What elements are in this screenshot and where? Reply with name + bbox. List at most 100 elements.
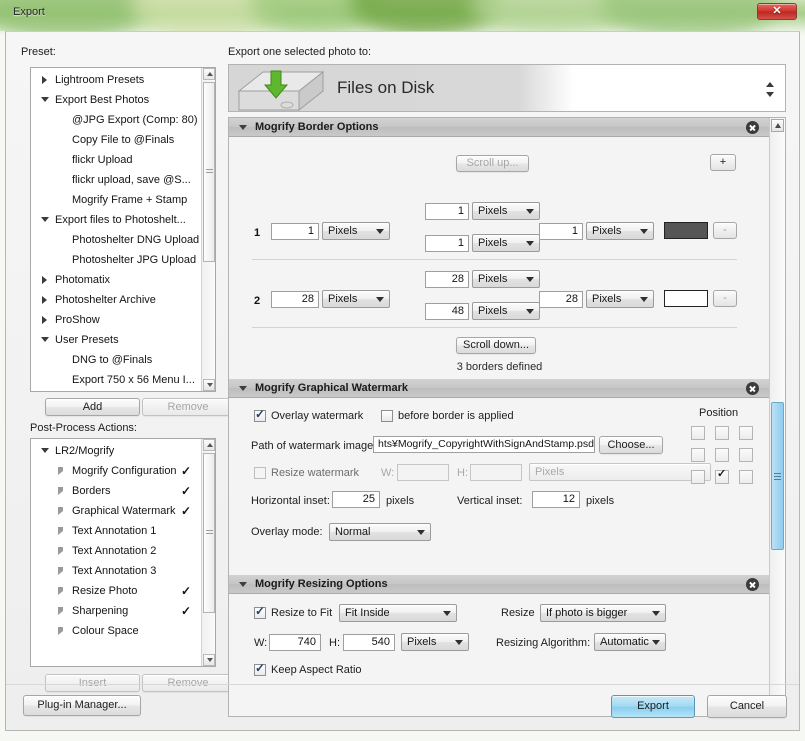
border2-bottom-value[interactable]: 48 bbox=[425, 303, 469, 320]
border1-bottom-unit[interactable]: Pixels bbox=[472, 234, 540, 252]
preset-item[interactable]: User Presets bbox=[31, 330, 201, 350]
border1-left-unit[interactable]: Pixels bbox=[322, 222, 390, 240]
add-preset-button[interactable]: Add bbox=[45, 398, 140, 416]
horizontal-inset-input[interactable]: 25 bbox=[332, 491, 380, 508]
position-cell-8[interactable]: ✓ bbox=[715, 470, 729, 484]
preset-item[interactable]: flickr upload, save @S... bbox=[31, 170, 201, 190]
preset-list[interactable]: Lightroom PresetsExport Best Photos@JPG … bbox=[30, 67, 216, 392]
action-item[interactable]: Mogrify Configuration✓ bbox=[31, 461, 201, 481]
position-cell-1[interactable] bbox=[691, 426, 705, 440]
choose-watermark-button[interactable]: Choose... bbox=[599, 436, 663, 454]
border2-left-unit[interactable]: Pixels bbox=[322, 290, 390, 308]
triangle-right-icon[interactable] bbox=[42, 296, 47, 304]
plugin-manager-button[interactable]: Plug-in Manager... bbox=[23, 695, 141, 716]
panels-scrollbar[interactable] bbox=[769, 118, 785, 716]
triangle-right-icon[interactable] bbox=[58, 527, 63, 535]
actions-list-scrollbar[interactable] bbox=[201, 439, 215, 666]
position-cell-3[interactable] bbox=[739, 426, 753, 440]
border2-bottom-unit[interactable]: Pixels bbox=[472, 302, 540, 320]
overlay-mode-select[interactable]: Normal bbox=[329, 523, 431, 541]
scroll-down-borders-button[interactable]: Scroll down... bbox=[456, 337, 536, 354]
triangle-down-icon[interactable] bbox=[41, 337, 49, 342]
position-cell-5[interactable] bbox=[715, 448, 729, 462]
vertical-inset-input[interactable]: 12 bbox=[532, 491, 580, 508]
scrollbar-thumb[interactable] bbox=[771, 402, 784, 550]
resize-condition-select[interactable]: If photo is bigger bbox=[540, 604, 666, 622]
before-border-checkbox[interactable] bbox=[381, 410, 393, 422]
border1-remove-button[interactable]: - bbox=[713, 222, 737, 239]
action-item[interactable]: Graphical Watermark✓ bbox=[31, 501, 201, 521]
action-item[interactable]: Resize Photo✓ bbox=[31, 581, 201, 601]
triangle-right-icon[interactable] bbox=[58, 627, 63, 635]
triangle-right-icon[interactable] bbox=[58, 547, 63, 555]
action-item[interactable]: Colour Space bbox=[31, 621, 201, 641]
triangle-right-icon[interactable] bbox=[58, 587, 63, 595]
border1-right-unit[interactable]: Pixels bbox=[586, 222, 654, 240]
resize-to-fit-checkbox[interactable] bbox=[254, 607, 266, 619]
scroll-down-icon[interactable] bbox=[203, 379, 215, 391]
scrollbar-thumb[interactable] bbox=[203, 453, 215, 613]
close-section-icon[interactable] bbox=[746, 382, 759, 395]
action-item[interactable]: Text Annotation 2 bbox=[31, 541, 201, 561]
preset-item[interactable]: Export files to Photoshelt... bbox=[31, 210, 201, 230]
border2-remove-button[interactable]: - bbox=[713, 290, 737, 307]
watermark-resize-unit[interactable]: Pixels bbox=[529, 463, 711, 481]
position-cell-7[interactable] bbox=[691, 470, 705, 484]
destination-spinner-icon[interactable] bbox=[766, 82, 775, 97]
action-item[interactable]: Sharpening✓ bbox=[31, 601, 201, 621]
close-section-icon[interactable] bbox=[746, 578, 759, 591]
export-button[interactable]: Export bbox=[611, 695, 695, 718]
border-options-header[interactable]: Mogrify Border Options bbox=[229, 118, 770, 137]
preset-item[interactable]: flickr Upload bbox=[31, 150, 201, 170]
border1-top-value[interactable]: 1 bbox=[425, 203, 469, 220]
action-item[interactable]: LR2/Mogrify bbox=[31, 441, 201, 461]
preset-item[interactable]: Export 750 x 56 Menu I... bbox=[31, 370, 201, 390]
watermark-width-input[interactable] bbox=[397, 464, 449, 481]
border2-top-value[interactable]: 28 bbox=[425, 271, 469, 288]
scroll-up-icon[interactable] bbox=[771, 119, 784, 132]
fit-mode-select[interactable]: Fit Inside bbox=[339, 604, 457, 622]
overlay-watermark-checkbox[interactable] bbox=[254, 410, 266, 422]
action-item[interactable]: Text Annotation 3 bbox=[31, 561, 201, 581]
triangle-down-icon[interactable] bbox=[41, 97, 49, 102]
watermark-height-input[interactable] bbox=[470, 464, 522, 481]
resize-height-input[interactable]: 540 bbox=[343, 634, 395, 651]
position-cell-9[interactable] bbox=[739, 470, 753, 484]
scroll-up-icon[interactable] bbox=[203, 68, 215, 80]
preset-item[interactable]: ProShow bbox=[31, 310, 201, 330]
preset-item[interactable]: Photoshelter Archive bbox=[31, 290, 201, 310]
keep-aspect-ratio-checkbox[interactable] bbox=[254, 664, 266, 676]
border1-color-swatch[interactable] bbox=[664, 222, 708, 239]
close-section-icon[interactable] bbox=[746, 121, 759, 134]
cancel-button[interactable]: Cancel bbox=[707, 695, 787, 718]
triangle-right-icon[interactable] bbox=[58, 607, 63, 615]
triangle-down-icon[interactable] bbox=[41, 448, 49, 453]
preset-item[interactable]: Mogrify Frame + Stamp bbox=[31, 190, 201, 210]
position-cell-6[interactable] bbox=[739, 448, 753, 462]
triangle-right-icon[interactable] bbox=[58, 487, 63, 495]
border1-right-value[interactable]: 1 bbox=[539, 223, 583, 240]
resize-watermark-checkbox[interactable] bbox=[254, 467, 266, 479]
triangle-right-icon[interactable] bbox=[42, 316, 47, 324]
border1-left-value[interactable]: 1 bbox=[271, 223, 319, 240]
triangle-right-icon[interactable] bbox=[42, 276, 47, 284]
position-cell-4[interactable] bbox=[691, 448, 705, 462]
preset-item[interactable]: Copy File to @Finals bbox=[31, 130, 201, 150]
border2-right-unit[interactable]: Pixels bbox=[586, 290, 654, 308]
border1-bottom-value[interactable]: 1 bbox=[425, 235, 469, 252]
scroll-down-icon[interactable] bbox=[203, 654, 215, 666]
preset-item[interactable]: Export Best Photos bbox=[31, 90, 201, 110]
add-border-button[interactable]: + bbox=[710, 154, 736, 171]
preset-item[interactable]: DNG to @Finals bbox=[31, 350, 201, 370]
triangle-right-icon[interactable] bbox=[42, 76, 47, 84]
preset-list-scrollbar[interactable] bbox=[201, 68, 215, 391]
action-item[interactable]: Text Annotation 1 bbox=[31, 521, 201, 541]
preset-item[interactable]: Lightroom Presets bbox=[31, 70, 201, 90]
border2-top-unit[interactable]: Pixels bbox=[472, 270, 540, 288]
scroll-up-borders-button[interactable]: Scroll up... bbox=[456, 155, 529, 172]
close-button[interactable]: ✕ bbox=[757, 3, 797, 20]
watermark-position-grid[interactable]: ✓ bbox=[691, 426, 761, 496]
scroll-up-icon[interactable] bbox=[203, 439, 215, 451]
resizing-algorithm-select[interactable]: Automatic bbox=[594, 633, 666, 651]
preset-item[interactable]: Photoshelter JPG Upload bbox=[31, 250, 201, 270]
